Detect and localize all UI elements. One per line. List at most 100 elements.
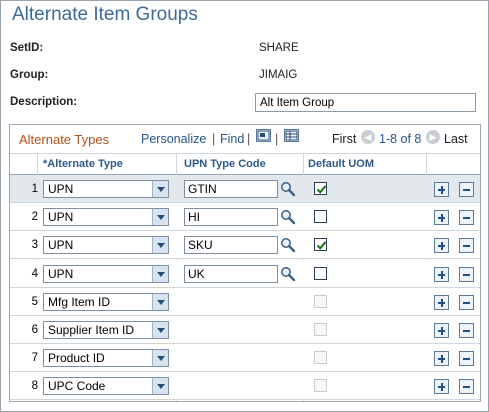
setid-value: SHARE [259, 42, 299, 54]
row-number: 7 [31, 352, 38, 365]
group-value: JIMAIG [259, 69, 298, 81]
default-uom-checkbox[interactable] [314, 210, 327, 224]
alternate-types-grid: Alternate Types Personalize | Find | | F… [9, 124, 481, 402]
description-label: Description: [10, 96, 78, 108]
row-number: 3 [31, 239, 38, 252]
default-uom-checkbox [314, 351, 327, 365]
table-row: 1 UPN [10, 175, 480, 203]
column-header-upn-type-code[interactable]: UPN Type Code [184, 158, 266, 170]
alternate-type-select[interactable]: UPN [43, 264, 169, 283]
nav-separator: | [212, 132, 216, 146]
row-number: 1 [31, 183, 38, 195]
check-icon [316, 185, 327, 194]
grid-header-row: *Alternate Type UPN Type Code Default UO… [10, 153, 480, 175]
plus-icon[interactable] [434, 238, 449, 254]
default-uom-checkbox[interactable] [314, 182, 327, 195]
find-link[interactable]: Find [220, 132, 244, 146]
minus-icon[interactable] [459, 238, 474, 254]
chevron-down-icon[interactable] [152, 378, 168, 395]
alternate-type-value: UPN [48, 182, 74, 196]
table-row: 8 UPC Code [10, 372, 480, 401]
row-number: 6 [31, 324, 38, 336]
plus-icon[interactable] [434, 351, 449, 367]
chevron-down-icon[interactable] [152, 350, 168, 367]
nav-separator: | [247, 132, 251, 146]
alternate-type-value: UPN [48, 266, 74, 281]
column-header-alternate-type[interactable]: *Alternate Type [43, 158, 123, 170]
description-input[interactable] [255, 93, 476, 112]
minus-icon[interactable] [459, 266, 474, 282]
row-number: 8 [31, 380, 38, 393]
view-all-icon[interactable] [256, 129, 271, 142]
check-icon [316, 241, 327, 251]
grid-navigation-bar: Alternate Types Personalize | Find | | F… [10, 125, 480, 153]
default-uom-checkbox [314, 379, 327, 393]
default-uom-checkbox[interactable] [314, 266, 327, 280]
magnifier-icon[interactable] [280, 237, 296, 253]
table-row: 2 UPN [10, 203, 480, 232]
group-label: Group: [10, 69, 49, 81]
row-number: 2 [31, 211, 38, 224]
alternate-type-value: UPN [48, 210, 74, 225]
upn-type-code-input[interactable] [184, 264, 278, 283]
chevron-down-icon[interactable] [152, 322, 168, 338]
plus-icon[interactable] [434, 323, 449, 338]
alternate-type-select[interactable]: UPN [43, 236, 169, 255]
plus-icon[interactable] [434, 266, 449, 282]
alternate-type-select[interactable]: UPC Code [43, 377, 169, 396]
row-number: 4 [31, 267, 38, 280]
alternate-type-select[interactable]: Mfg Item ID [43, 292, 169, 311]
default-uom-checkbox [314, 323, 327, 336]
upn-type-code-input[interactable] [184, 208, 278, 227]
chevron-down-icon[interactable] [152, 237, 168, 254]
alternate-type-value: UPN [48, 238, 74, 253]
plus-icon[interactable] [434, 210, 449, 226]
row-number: 5 [31, 295, 38, 308]
first-label: First [332, 132, 357, 146]
alternate-type-value: UPC Code [48, 379, 106, 394]
default-uom-checkbox [314, 294, 327, 308]
setid-label: SetID: [10, 42, 44, 54]
magnifier-icon[interactable] [280, 266, 296, 282]
chevron-down-icon[interactable] [152, 181, 168, 197]
nav-separator: | [275, 132, 279, 146]
plus-icon[interactable] [434, 294, 449, 310]
table-row: 4 UPN [10, 259, 480, 288]
table-row: 5 Mfg Item ID [10, 287, 480, 316]
page-title: Alternate Item Groups [12, 4, 198, 25]
minus-icon[interactable] [459, 351, 474, 367]
upn-type-code-input[interactable] [184, 180, 278, 198]
minus-icon[interactable] [459, 323, 474, 338]
alternate-type-select[interactable]: Supplier Item ID [43, 321, 169, 339]
row-range: 1-8 of 8 [379, 132, 422, 146]
chevron-down-icon[interactable] [152, 293, 168, 310]
alternate-type-value: Product ID [48, 351, 105, 366]
prev-arrow-icon[interactable]: ◀ [361, 130, 375, 144]
minus-icon[interactable] [459, 182, 474, 197]
table-row: 6 Supplier Item ID [10, 316, 480, 344]
alternate-type-value: Mfg Item ID [48, 294, 111, 309]
upn-type-code-input[interactable] [184, 236, 278, 255]
magnifier-icon[interactable] [280, 181, 296, 197]
alternate-type-select[interactable]: UPN [43, 208, 169, 227]
minus-icon[interactable] [459, 294, 474, 310]
table-row: 3 UPN [10, 231, 480, 260]
alternate-type-select[interactable]: UPN [43, 180, 169, 198]
plus-icon[interactable] [434, 182, 449, 197]
grid-title: Alternate Types [19, 132, 110, 147]
chevron-down-icon[interactable] [152, 209, 168, 226]
magnifier-icon[interactable] [280, 209, 296, 225]
alternate-type-value: Supplier Item ID [48, 323, 135, 337]
chevron-down-icon[interactable] [152, 265, 168, 282]
alternate-type-select[interactable]: Product ID [43, 349, 169, 368]
last-label: Last [444, 132, 468, 146]
personalize-link[interactable]: Personalize [141, 132, 206, 146]
default-uom-checkbox[interactable] [314, 238, 327, 252]
next-arrow-icon[interactable]: ▶ [426, 130, 440, 144]
download-icon[interactable] [284, 129, 299, 142]
plus-icon[interactable] [434, 379, 449, 395]
column-header-default-uom[interactable]: Default UOM [308, 158, 374, 170]
minus-icon[interactable] [459, 379, 474, 395]
minus-icon[interactable] [459, 210, 474, 226]
table-row: 7 Product ID [10, 344, 480, 373]
